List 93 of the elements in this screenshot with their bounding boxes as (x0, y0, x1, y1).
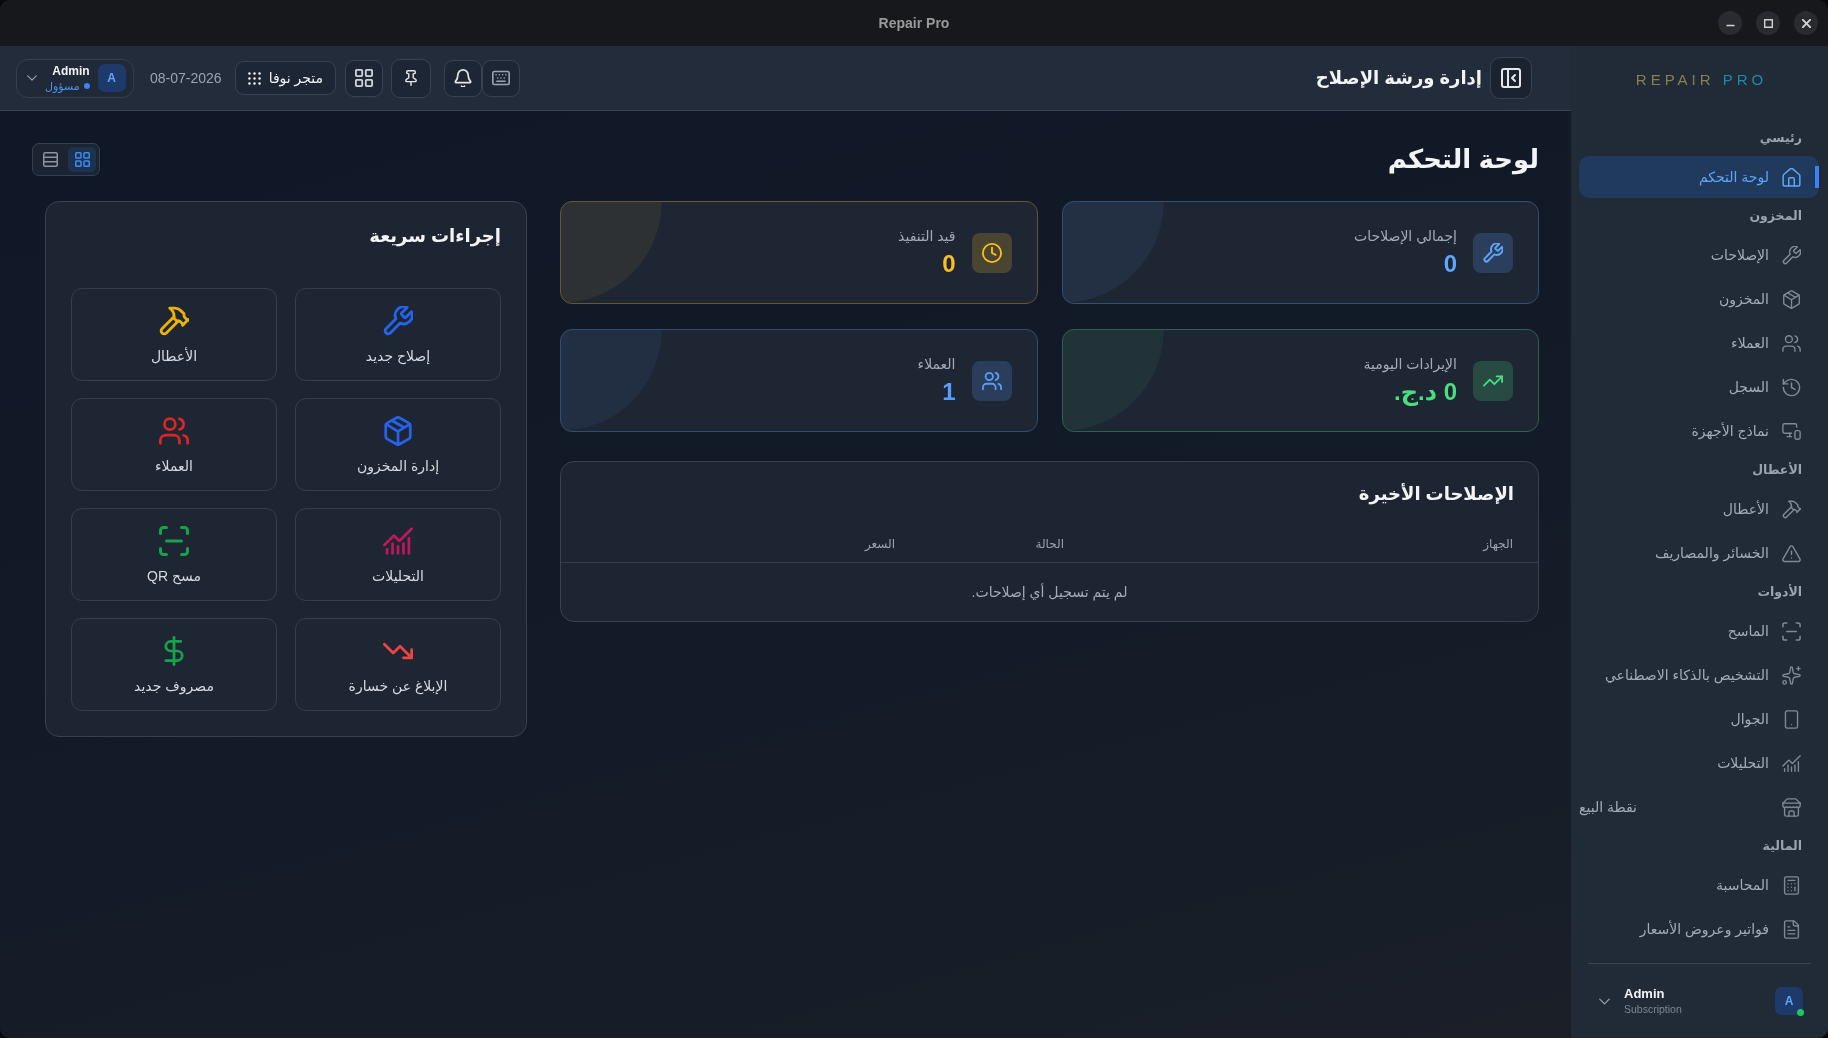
quick-action-button[interactable]: الأعطال (71, 288, 277, 381)
pin-button[interactable] (391, 58, 432, 98)
nav-item[interactable]: الأعطال (1579, 488, 1819, 530)
calculator-icon (1782, 875, 1801, 895)
notifications-button[interactable] (444, 59, 483, 97)
quick-action-button[interactable]: العملاء (71, 398, 277, 491)
nav-item[interactable]: الماسح (1579, 610, 1819, 652)
nav-item[interactable]: السجل (1579, 366, 1819, 408)
nav-section-label: الأدوات (1756, 583, 1803, 601)
user-avatar: A (1775, 987, 1803, 1015)
nav-section-label: الأعطال (1751, 461, 1803, 479)
stat-label: إجمالي الإصلاحات (1354, 227, 1457, 246)
sparkles-icon (1782, 665, 1801, 685)
nav-item[interactable]: المخزون (1579, 278, 1819, 320)
nav-item[interactable]: الجوال (1579, 698, 1819, 740)
quick-action-button[interactable]: مصروف جديد (71, 618, 277, 711)
stat-value: 0 (1442, 249, 1457, 279)
hammer-icon (1782, 499, 1801, 519)
maximize-icon (1763, 18, 1773, 28)
chevron-down-icon[interactable] (1599, 997, 1610, 1005)
nav-item[interactable]: التشخيص بالذكاء الاصطناعي (1579, 654, 1819, 696)
user-name: Admin (1624, 986, 1666, 1002)
keyboard-icon (492, 69, 511, 87)
trend-up-icon (1473, 360, 1513, 401)
wrench-icon (1782, 245, 1801, 265)
close-icon (1801, 18, 1811, 28)
minimize-button[interactable] (1718, 11, 1742, 35)
keyboard-button[interactable] (482, 59, 521, 97)
nav-item[interactable]: العملاء (1579, 322, 1819, 364)
store-icon (1782, 797, 1801, 817)
app-logo: REPAIR PRO (1635, 70, 1768, 88)
devices-icon (1782, 421, 1801, 441)
chart-icon (1782, 753, 1801, 773)
phone-icon (1782, 709, 1801, 729)
page-title: لوحة التحكم (1387, 143, 1539, 176)
grid-icon (74, 151, 90, 167)
grid-icon (355, 69, 374, 87)
close-button[interactable] (1794, 11, 1818, 35)
window-title: Repair Pro (878, 15, 950, 31)
chevron-down-icon (27, 75, 37, 81)
grid-view-button[interactable] (68, 146, 96, 172)
minimize-icon (1725, 24, 1735, 27)
card-title: الإصلاحات الأخيرة (1357, 482, 1515, 507)
stat-label: قيد التنفيذ (898, 227, 956, 246)
pin-icon (404, 70, 419, 86)
quick-action-button[interactable]: الإبلاغ عن خسارة (295, 618, 501, 711)
bell-icon (454, 69, 473, 87)
column-header: السعر (863, 536, 896, 553)
stat-label: العملاء (917, 355, 956, 374)
column-header: الجهاز (1481, 536, 1514, 553)
users-icon (1782, 333, 1801, 353)
panel-icon (1501, 68, 1521, 88)
nav-item[interactable]: الخسائر والمصاريف (1579, 532, 1819, 574)
stat-value: 0 (941, 249, 956, 279)
list-icon (42, 151, 58, 167)
nav-item[interactable]: التحليلات (1579, 742, 1819, 784)
grid-dots-icon (247, 71, 261, 85)
nav-section-label: رئيسي (1758, 130, 1803, 147)
users-icon (971, 360, 1012, 401)
document-icon (1782, 919, 1801, 939)
nav-item[interactable]: فواتير وعروض الأسعار (1579, 908, 1819, 950)
stat-value: 1 (941, 377, 956, 407)
clock-icon (971, 232, 1012, 273)
user-avatar: A (97, 64, 126, 92)
date-text: 08-07-2026 (150, 70, 222, 86)
store-button[interactable]: متجر نوفا (234, 61, 337, 95)
nav-item[interactable]: نماذج الأجهزة (1579, 410, 1819, 452)
history-icon (1782, 377, 1801, 397)
box-icon (1782, 289, 1801, 309)
nav-section-label: المالية (1761, 838, 1803, 855)
warning-icon (1782, 543, 1801, 563)
home-icon (1782, 167, 1801, 187)
quick-action-button[interactable]: إدارة المخزون (295, 398, 501, 491)
nav-item[interactable]: الإصلاحات (1579, 234, 1819, 276)
nav-item[interactable]: المحاسبة (1579, 864, 1819, 906)
maximize-button[interactable] (1756, 11, 1780, 35)
sidebar-toggle-button[interactable] (1490, 57, 1532, 99)
nav-item[interactable]: نقطة البيع (1579, 786, 1819, 828)
card-title: إجراءات سريعة (368, 225, 501, 249)
empty-message: لم يتم تسجيل أي إصلاحات. (970, 582, 1129, 603)
nav-item[interactable]: لوحة التحكم (1579, 156, 1819, 198)
nav-section-label: المخزون (1748, 208, 1803, 225)
quick-action-button[interactable]: التحليلات (295, 508, 501, 601)
stat-value: 0 د.ج. (1393, 377, 1457, 407)
quick-action-button[interactable]: إصلاح جديد (295, 288, 501, 381)
app-title: إدارة ورشة الإصلاح (1315, 67, 1482, 89)
column-header: الحالة (1034, 536, 1065, 553)
plan-label: Subscription (1624, 1002, 1682, 1016)
scan-icon (1782, 621, 1801, 641)
quick-action-button[interactable]: مسح QR (71, 508, 277, 601)
apps-button[interactable] (345, 59, 384, 97)
wrench-icon (1473, 232, 1513, 273)
stat-label: الإيرادات اليومية (1363, 355, 1457, 374)
